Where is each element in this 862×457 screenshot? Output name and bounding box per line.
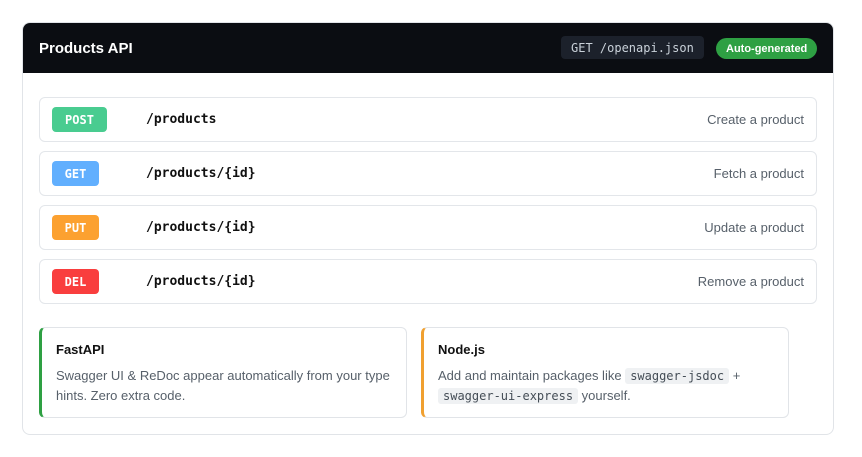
route-path: /products/{id}	[146, 166, 256, 181]
note-body-suffix: yourself.	[578, 388, 631, 403]
method-badge-post: POST	[52, 107, 107, 132]
note-body: Swagger UI & ReDoc appear automatically …	[56, 368, 390, 403]
method-badge-del: DEL	[52, 269, 99, 294]
route-path: /products/{id}	[146, 220, 256, 235]
api-title: Products API	[39, 39, 133, 57]
route-list: POST /products Create a product GET /pro…	[39, 97, 817, 313]
route-row-del-product[interactable]: DEL /products/{id} Remove a product	[39, 259, 817, 304]
note-title: FastAPI	[56, 342, 105, 357]
api-header: Products API GET /openapi.json Auto-gene…	[23, 23, 833, 73]
route-description: Remove a product	[697, 274, 804, 289]
openapi-endpoint-chip[interactable]: GET /openapi.json	[561, 36, 704, 59]
method-badge-put: PUT	[52, 215, 99, 240]
route-description: Update a product	[704, 220, 804, 235]
route-row-get-product[interactable]: GET /products/{id} Fetch a product	[39, 151, 817, 196]
package-swagger-ui-express: swagger-ui-express	[438, 388, 579, 404]
nodejs-note: Node.js Add and maintain packages like s…	[421, 327, 789, 418]
package-swagger-jsdoc: swagger-jsdoc	[625, 368, 730, 384]
route-row-put-product[interactable]: PUT /products/{id} Update a product	[39, 205, 817, 250]
api-card: Products API GET /openapi.json Auto-gene…	[22, 22, 834, 435]
note-body-joiner: +	[729, 368, 741, 383]
framework-notes: FastAPI Swagger UI & ReDoc appear automa…	[39, 327, 817, 418]
method-badge-get: GET	[52, 161, 99, 186]
note-body-prefix: Add and maintain packages like	[438, 368, 626, 383]
route-description: Fetch a product	[713, 166, 804, 181]
fastapi-note: FastAPI Swagger UI & ReDoc appear automa…	[39, 327, 407, 418]
auto-generated-badge: Auto-generated	[716, 38, 818, 59]
note-body: Add and maintain packages like swagger-j…	[438, 366, 774, 406]
route-path: /products	[146, 112, 217, 127]
route-description: Create a product	[707, 112, 804, 127]
route-path: /products/{id}	[146, 274, 256, 289]
note-title: Node.js	[438, 342, 485, 357]
route-row-post-products[interactable]: POST /products Create a product	[39, 97, 817, 142]
